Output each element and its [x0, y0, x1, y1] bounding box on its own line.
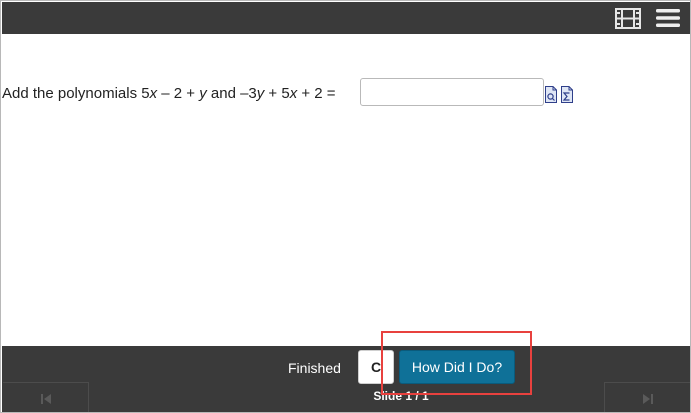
answer-input[interactable]	[360, 78, 544, 106]
finished-label: Finished	[288, 360, 341, 376]
summation-tool-icon[interactable]	[561, 86, 573, 103]
question-part: Add the polynomials 5	[2, 85, 150, 102]
question-part: + 2 =	[297, 85, 336, 102]
next-slide-icon	[642, 392, 654, 404]
previous-slide-icon	[40, 392, 52, 404]
variable-y: y	[199, 85, 207, 102]
slide-content: Add the polynomials 5x – 2 + y and –3y +…	[2, 34, 690, 346]
bottom-toolbar: Finished C How Did I Do? Slide 1 / 1	[2, 346, 690, 412]
how-did-i-do-button[interactable]: How Did I Do?	[399, 350, 515, 384]
next-slide-button[interactable]	[604, 382, 690, 412]
equation-editor-icon[interactable]	[545, 86, 557, 103]
slide-counter: Slide 1 / 1	[373, 389, 429, 403]
question-part: + 5	[264, 85, 290, 102]
top-toolbar	[2, 2, 690, 34]
question-part: – 2 +	[157, 85, 200, 102]
question-text: Add the polynomials 5x – 2 + y and –3y +…	[2, 82, 336, 106]
c-button[interactable]: C	[358, 350, 394, 384]
hamburger-menu-icon[interactable]	[656, 8, 680, 28]
app-frame: Add the polynomials 5x – 2 + y and –3y +…	[0, 0, 691, 413]
previous-slide-button[interactable]	[3, 382, 89, 412]
variable-x: x	[149, 85, 158, 102]
film-icon[interactable]	[615, 8, 641, 29]
question-part: and –3	[206, 85, 257, 102]
